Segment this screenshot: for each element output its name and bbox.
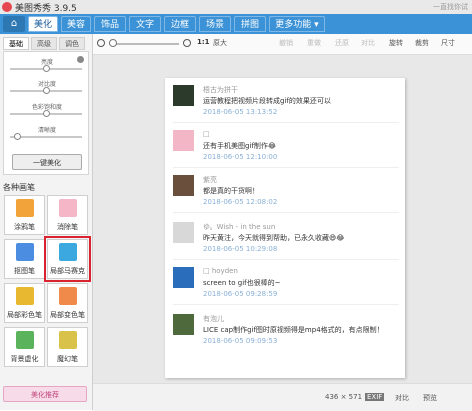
tab-frame[interactable]: 边框 bbox=[164, 16, 196, 32]
zoom-in-icon[interactable] bbox=[183, 39, 191, 47]
zoom-out-icon[interactable] bbox=[97, 39, 105, 47]
subtab-color[interactable]: 调色 bbox=[59, 37, 85, 50]
avatar bbox=[173, 130, 194, 151]
adjust-panel: 亮度 对比度 色彩饱和度 清晰度 一键美化 bbox=[3, 51, 89, 175]
saturation-knob[interactable] bbox=[42, 110, 50, 117]
divider bbox=[173, 304, 399, 305]
divider bbox=[173, 212, 399, 213]
home-button[interactable]: ⌂ bbox=[3, 16, 25, 32]
divider bbox=[173, 259, 399, 260]
preview-button[interactable]: 预览 bbox=[423, 393, 437, 403]
magic-pen-icon bbox=[59, 331, 77, 349]
title-bar: 美图秀秀 3.9.5 一直找你试 bbox=[0, 0, 472, 14]
sharpness-knob[interactable] bbox=[13, 133, 21, 140]
image-dimensions: 436 × 571 bbox=[325, 393, 363, 401]
mosaic-icon bbox=[59, 243, 77, 261]
divider bbox=[173, 122, 399, 123]
edited-image[interactable]: 梧古为拼干 运营教程把视频片段转成gif的效果还可以 2018-06-05 13… bbox=[165, 78, 405, 378]
contrast-knob[interactable] bbox=[42, 87, 50, 94]
resize-button[interactable]: 尺寸 bbox=[441, 38, 455, 48]
divider bbox=[173, 167, 399, 168]
tool-cutout-pen[interactable]: 抠图笔 bbox=[4, 239, 45, 279]
tab-beautify[interactable]: 美化 bbox=[28, 16, 58, 32]
exif-button[interactable]: EXIF bbox=[365, 393, 385, 401]
tool-doodle-pen[interactable]: 涂鸦笔 bbox=[4, 195, 45, 235]
tab-collage[interactable]: 拼图 bbox=[234, 16, 266, 32]
app-logo-icon bbox=[2, 2, 12, 12]
tab-scene[interactable]: 场景 bbox=[199, 16, 231, 32]
tool-background-blur[interactable]: 背景虚化 bbox=[4, 327, 45, 367]
tab-text[interactable]: 文字 bbox=[129, 16, 161, 32]
tab-accessories[interactable]: 饰品 bbox=[94, 16, 126, 32]
avatar bbox=[173, 85, 194, 106]
reset-button[interactable]: 还原 bbox=[335, 38, 349, 48]
main-menu-bar: ⌂ 美化 美容 饰品 文字 边框 场景 拼图 更多功能 ▾ bbox=[0, 14, 472, 34]
tool-local-mosaic[interactable]: 局部马赛克 bbox=[44, 236, 91, 282]
brightness-knob[interactable] bbox=[42, 65, 50, 72]
canvas-area: 梧古为拼干 运营教程把视频片段转成gif的效果还可以 2018-06-05 13… bbox=[93, 55, 472, 383]
tab-face[interactable]: 美容 bbox=[61, 16, 91, 32]
compare-button[interactable]: 对比 bbox=[395, 393, 409, 403]
beauty-recommend-button[interactable]: 美化推荐 bbox=[3, 386, 87, 402]
recolor-pen-icon bbox=[59, 287, 77, 305]
avatar bbox=[173, 314, 194, 335]
title-right-text: 一直找你试 bbox=[433, 3, 468, 11]
brush-heading: 各种画笔 bbox=[3, 183, 35, 192]
image-toolbar: 1:1 原大 撤销 重做 还原 对比 旋转 裁剪 尺寸 bbox=[93, 34, 472, 55]
tool-magic-pen[interactable]: 魔幻笔 bbox=[47, 327, 88, 367]
doodle-pen-icon bbox=[16, 199, 34, 217]
compare-toolbar-button[interactable]: 对比 bbox=[361, 38, 375, 48]
original-size-button[interactable]: 原大 bbox=[213, 38, 227, 48]
cutout-pen-icon bbox=[16, 243, 34, 261]
crop-button[interactable]: 裁剪 bbox=[415, 38, 429, 48]
avatar bbox=[173, 222, 194, 243]
status-bar: 436 × 571 EXIF 对比 预览 bbox=[93, 383, 472, 411]
blur-icon bbox=[16, 331, 34, 349]
color-pen-icon bbox=[16, 287, 34, 305]
zoom-knob[interactable] bbox=[109, 39, 117, 47]
avatar bbox=[173, 175, 194, 196]
avatar bbox=[173, 267, 194, 288]
tool-local-color-pen[interactable]: 局部彩色笔 bbox=[4, 283, 45, 323]
subtab-basic[interactable]: 基础 bbox=[3, 37, 29, 50]
app-title: 美图秀秀 3.9.5 bbox=[15, 4, 77, 14]
ratio-button[interactable]: 1:1 bbox=[197, 38, 210, 46]
undo-button[interactable]: 撤销 bbox=[279, 38, 293, 48]
left-panel: 基础 高级 调色 亮度 对比度 色彩饱和度 清晰度 一键美化 各种画笔 涂鸦笔 … bbox=[0, 34, 93, 410]
redo-button[interactable]: 重做 bbox=[307, 38, 321, 48]
subtab-advanced[interactable]: 高级 bbox=[31, 37, 57, 50]
tool-eraser-pen[interactable]: 消除笔 bbox=[47, 195, 88, 235]
tab-more[interactable]: 更多功能 ▾ bbox=[269, 16, 325, 32]
one-key-beautify-button[interactable]: 一键美化 bbox=[12, 154, 82, 170]
eraser-icon bbox=[59, 199, 77, 217]
tool-local-recolor-pen[interactable]: 局部变色笔 bbox=[47, 283, 88, 323]
rotate-button[interactable]: 旋转 bbox=[389, 38, 403, 48]
sharpness-slider[interactable] bbox=[10, 136, 82, 138]
zoom-slider[interactable] bbox=[109, 43, 179, 45]
